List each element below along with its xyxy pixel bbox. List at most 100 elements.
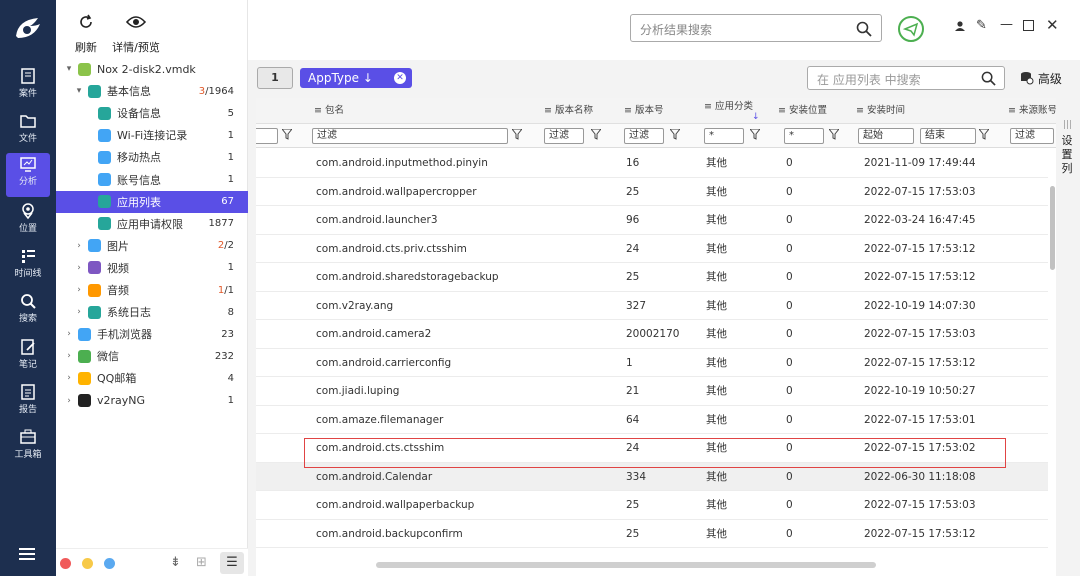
expand-arrow-icon[interactable]: › xyxy=(74,307,84,317)
horizontal-scrollbar[interactable] xyxy=(376,562,876,568)
column-header-install-location[interactable]: ≡ 安装位置 xyxy=(778,98,827,124)
filter-prev[interactable] xyxy=(256,128,278,144)
nav-item-search[interactable]: 搜索 xyxy=(0,290,56,334)
filter-row: 过滤 过滤 过滤 * * 起始 结束 过滤 xyxy=(256,124,1056,148)
table-row[interactable]: com.android.sharedstoragebackup 25 其他 0 2022… xyxy=(256,263,1048,292)
filter-version-name-input[interactable]: 过滤 xyxy=(544,128,584,144)
nav-item-folder[interactable]: 文件 xyxy=(0,110,56,154)
tree-item[interactable]: ▾ Nox 2-disk2.vmdk xyxy=(56,58,248,80)
filter-category-input[interactable]: * xyxy=(704,128,744,144)
chip-close-icon[interactable]: ✕ xyxy=(394,72,406,84)
filter-end-date-input[interactable]: 结束 xyxy=(920,128,976,144)
vertical-scroll-thumb[interactable] xyxy=(1050,186,1055,270)
nav-item-timeline[interactable]: 时间线 xyxy=(0,245,56,289)
nav-item-toolbox[interactable]: 工具箱 xyxy=(0,426,56,470)
analysis-search-input[interactable]: 分析结果搜索 xyxy=(630,14,882,42)
tree-item[interactable]: › QQ邮箱 4 xyxy=(56,367,248,389)
advanced-button[interactable]: 高级 xyxy=(1020,70,1062,87)
tree-item[interactable]: 应用申请权限 1877 xyxy=(56,213,248,235)
expand-arrow-icon[interactable]: › xyxy=(74,263,84,273)
funnel-icon[interactable] xyxy=(748,128,762,143)
filter-version-code-input[interactable]: 过滤 xyxy=(624,128,664,144)
search-icon[interactable] xyxy=(981,71,996,86)
column-header-package[interactable]: ≡ 包名 xyxy=(314,98,344,124)
filter-source-input[interactable]: 过滤 xyxy=(1010,128,1054,144)
filter-start-date-input[interactable]: 起始 xyxy=(858,128,914,144)
detail-preview-button[interactable]: 详情/预览 xyxy=(96,8,176,55)
expand-arrow-icon[interactable]: › xyxy=(74,285,84,295)
nav-item-analysis[interactable]: 分析 xyxy=(6,153,50,197)
table-row[interactable]: com.android.inputmethod.pinyin 16 其他 0 2021-… xyxy=(256,149,1048,178)
cell-pkg: com.android.cts.priv.ctsshim xyxy=(316,242,467,255)
list-view-icon[interactable]: ☰ xyxy=(220,552,244,574)
list-search-input[interactable]: 在 应用列表 中搜索 xyxy=(807,66,1005,90)
tree-item[interactable]: ▾ 基本信息 3/1964 xyxy=(56,80,248,102)
table-row[interactable]: com.android.camera2 20002170 其他 0 2022-07-15… xyxy=(256,320,1048,349)
table-row[interactable]: com.android.wallpaperbackup 25 其他 0 2022-07-… xyxy=(256,491,1048,520)
telegram-icon[interactable] xyxy=(898,16,924,42)
expand-arrow-icon[interactable]: › xyxy=(64,396,74,406)
expand-arrow-icon[interactable]: › xyxy=(64,351,74,361)
tree-item[interactable]: 移动热点 1 xyxy=(56,146,248,168)
table-row[interactable]: com.amaze.filemanager 64 其他 0 2022-07-15 17:… xyxy=(256,406,1048,434)
expand-arrow-icon[interactable]: › xyxy=(64,329,74,339)
maximize-icon[interactable] xyxy=(1023,20,1034,31)
search-icon[interactable] xyxy=(856,21,872,37)
table-row[interactable]: com.android.Calendar 334 其他 0 2022-06-30 11:… xyxy=(256,462,1048,491)
funnel-icon[interactable] xyxy=(510,128,524,143)
table-row[interactable]: com.jiadi.luping 21 其他 0 2022-10-19 10:50:27 xyxy=(256,377,1048,406)
table-row[interactable]: com.android.wallpapercropper 25 其他 0 2022-07… xyxy=(256,178,1048,206)
expand-arrow-icon[interactable]: › xyxy=(64,373,74,383)
column-settings-panel[interactable]: ||| 设置列 xyxy=(1056,98,1080,576)
grid-view-icon[interactable]: ⊞ xyxy=(196,555,207,570)
minimize-icon[interactable]: — xyxy=(1000,17,1013,32)
column-header-install-time[interactable]: ≡ 安装时间 xyxy=(856,98,905,124)
nav-item-note[interactable]: 笔记 xyxy=(0,336,56,380)
filter-location-input[interactable]: * xyxy=(784,128,824,144)
funnel-icon[interactable] xyxy=(280,128,294,143)
nav-item-report[interactable]: 报告 xyxy=(0,381,56,425)
column-header-version-code[interactable]: ≡ 版本号 xyxy=(624,98,664,124)
expand-arrow-icon[interactable]: ▾ xyxy=(74,86,84,96)
collapse-icon[interactable]: ⇟ xyxy=(170,555,181,570)
table-row[interactable]: com.v2ray.ang 327 其他 0 2022-10-19 14:07:30 xyxy=(256,292,1048,320)
column-header-source-account[interactable]: ≡ 来源账号 xyxy=(1008,98,1056,124)
table-row[interactable]: com.android.cts.ctsshim 24 其他 0 2022-07-15 1… xyxy=(256,434,1048,463)
column-header-version-name[interactable]: ≡ 版本名称 xyxy=(544,98,593,124)
tree-item[interactable]: › 图片 2/2 xyxy=(56,235,248,257)
pin-icon[interactable]: ✎ xyxy=(976,18,987,33)
tree-item[interactable]: 账号信息 1 xyxy=(56,169,248,191)
user-icon[interactable] xyxy=(954,20,966,36)
tree-item[interactable]: 设备信息 5 xyxy=(56,102,248,124)
funnel-icon[interactable] xyxy=(977,128,991,143)
table-row[interactable]: com.android.cts.priv.ctsshim 24 其他 0 2022-07… xyxy=(256,235,1048,263)
tree-item[interactable]: Wi-Fi连接记录 1 xyxy=(56,124,248,146)
table-row[interactable]: com.android.backupconfirm 25 其他 0 2022-07-15… xyxy=(256,520,1048,548)
expand-arrow-icon[interactable]: › xyxy=(74,241,84,251)
nav-item-case[interactable]: 案件 xyxy=(0,65,56,109)
sort-chip[interactable]: AppType ↓ ✕ xyxy=(300,68,412,88)
column-header-category[interactable]: ≡ 应用分类 ↓ xyxy=(704,98,760,124)
tree-item[interactable]: › 微信 232 xyxy=(56,345,248,367)
table-row[interactable]: com.android.launcher3 96 其他 0 2022-03-24 16:… xyxy=(256,206,1048,235)
tree-item[interactable]: › 视频 1 xyxy=(56,257,248,279)
tree-item[interactable]: › 手机浏览器 23 xyxy=(56,323,248,345)
funnel-icon[interactable] xyxy=(827,128,841,143)
column-badge-button[interactable]: 1 xyxy=(257,67,293,89)
vertical-scrollbar[interactable] xyxy=(1048,148,1056,576)
nav-item-location[interactable]: 位置 xyxy=(0,200,56,244)
tree-item[interactable]: 应用列表 67 xyxy=(56,190,248,213)
tree-item[interactable]: › 系统日志 8 xyxy=(56,301,248,323)
funnel-icon[interactable] xyxy=(668,128,682,143)
cell-vcode: 25 xyxy=(626,499,640,511)
tree-item-label: 基本信息 xyxy=(107,85,151,99)
expand-arrow-icon[interactable]: ▾ xyxy=(64,64,74,74)
tree-item[interactable]: › 音频 1/1 xyxy=(56,279,248,301)
funnel-icon[interactable] xyxy=(589,128,603,143)
sort-chip-label: AppType ↓ xyxy=(308,71,373,85)
menu-icon[interactable] xyxy=(19,548,35,563)
table-row[interactable]: com.android.carrierconfig 1 其他 0 2022-07-15 … xyxy=(256,349,1048,377)
filter-package-input[interactable]: 过滤 xyxy=(312,128,508,144)
close-icon[interactable]: ✕ xyxy=(1046,16,1059,34)
tree-item[interactable]: › v2rayNG 1 xyxy=(56,390,248,412)
